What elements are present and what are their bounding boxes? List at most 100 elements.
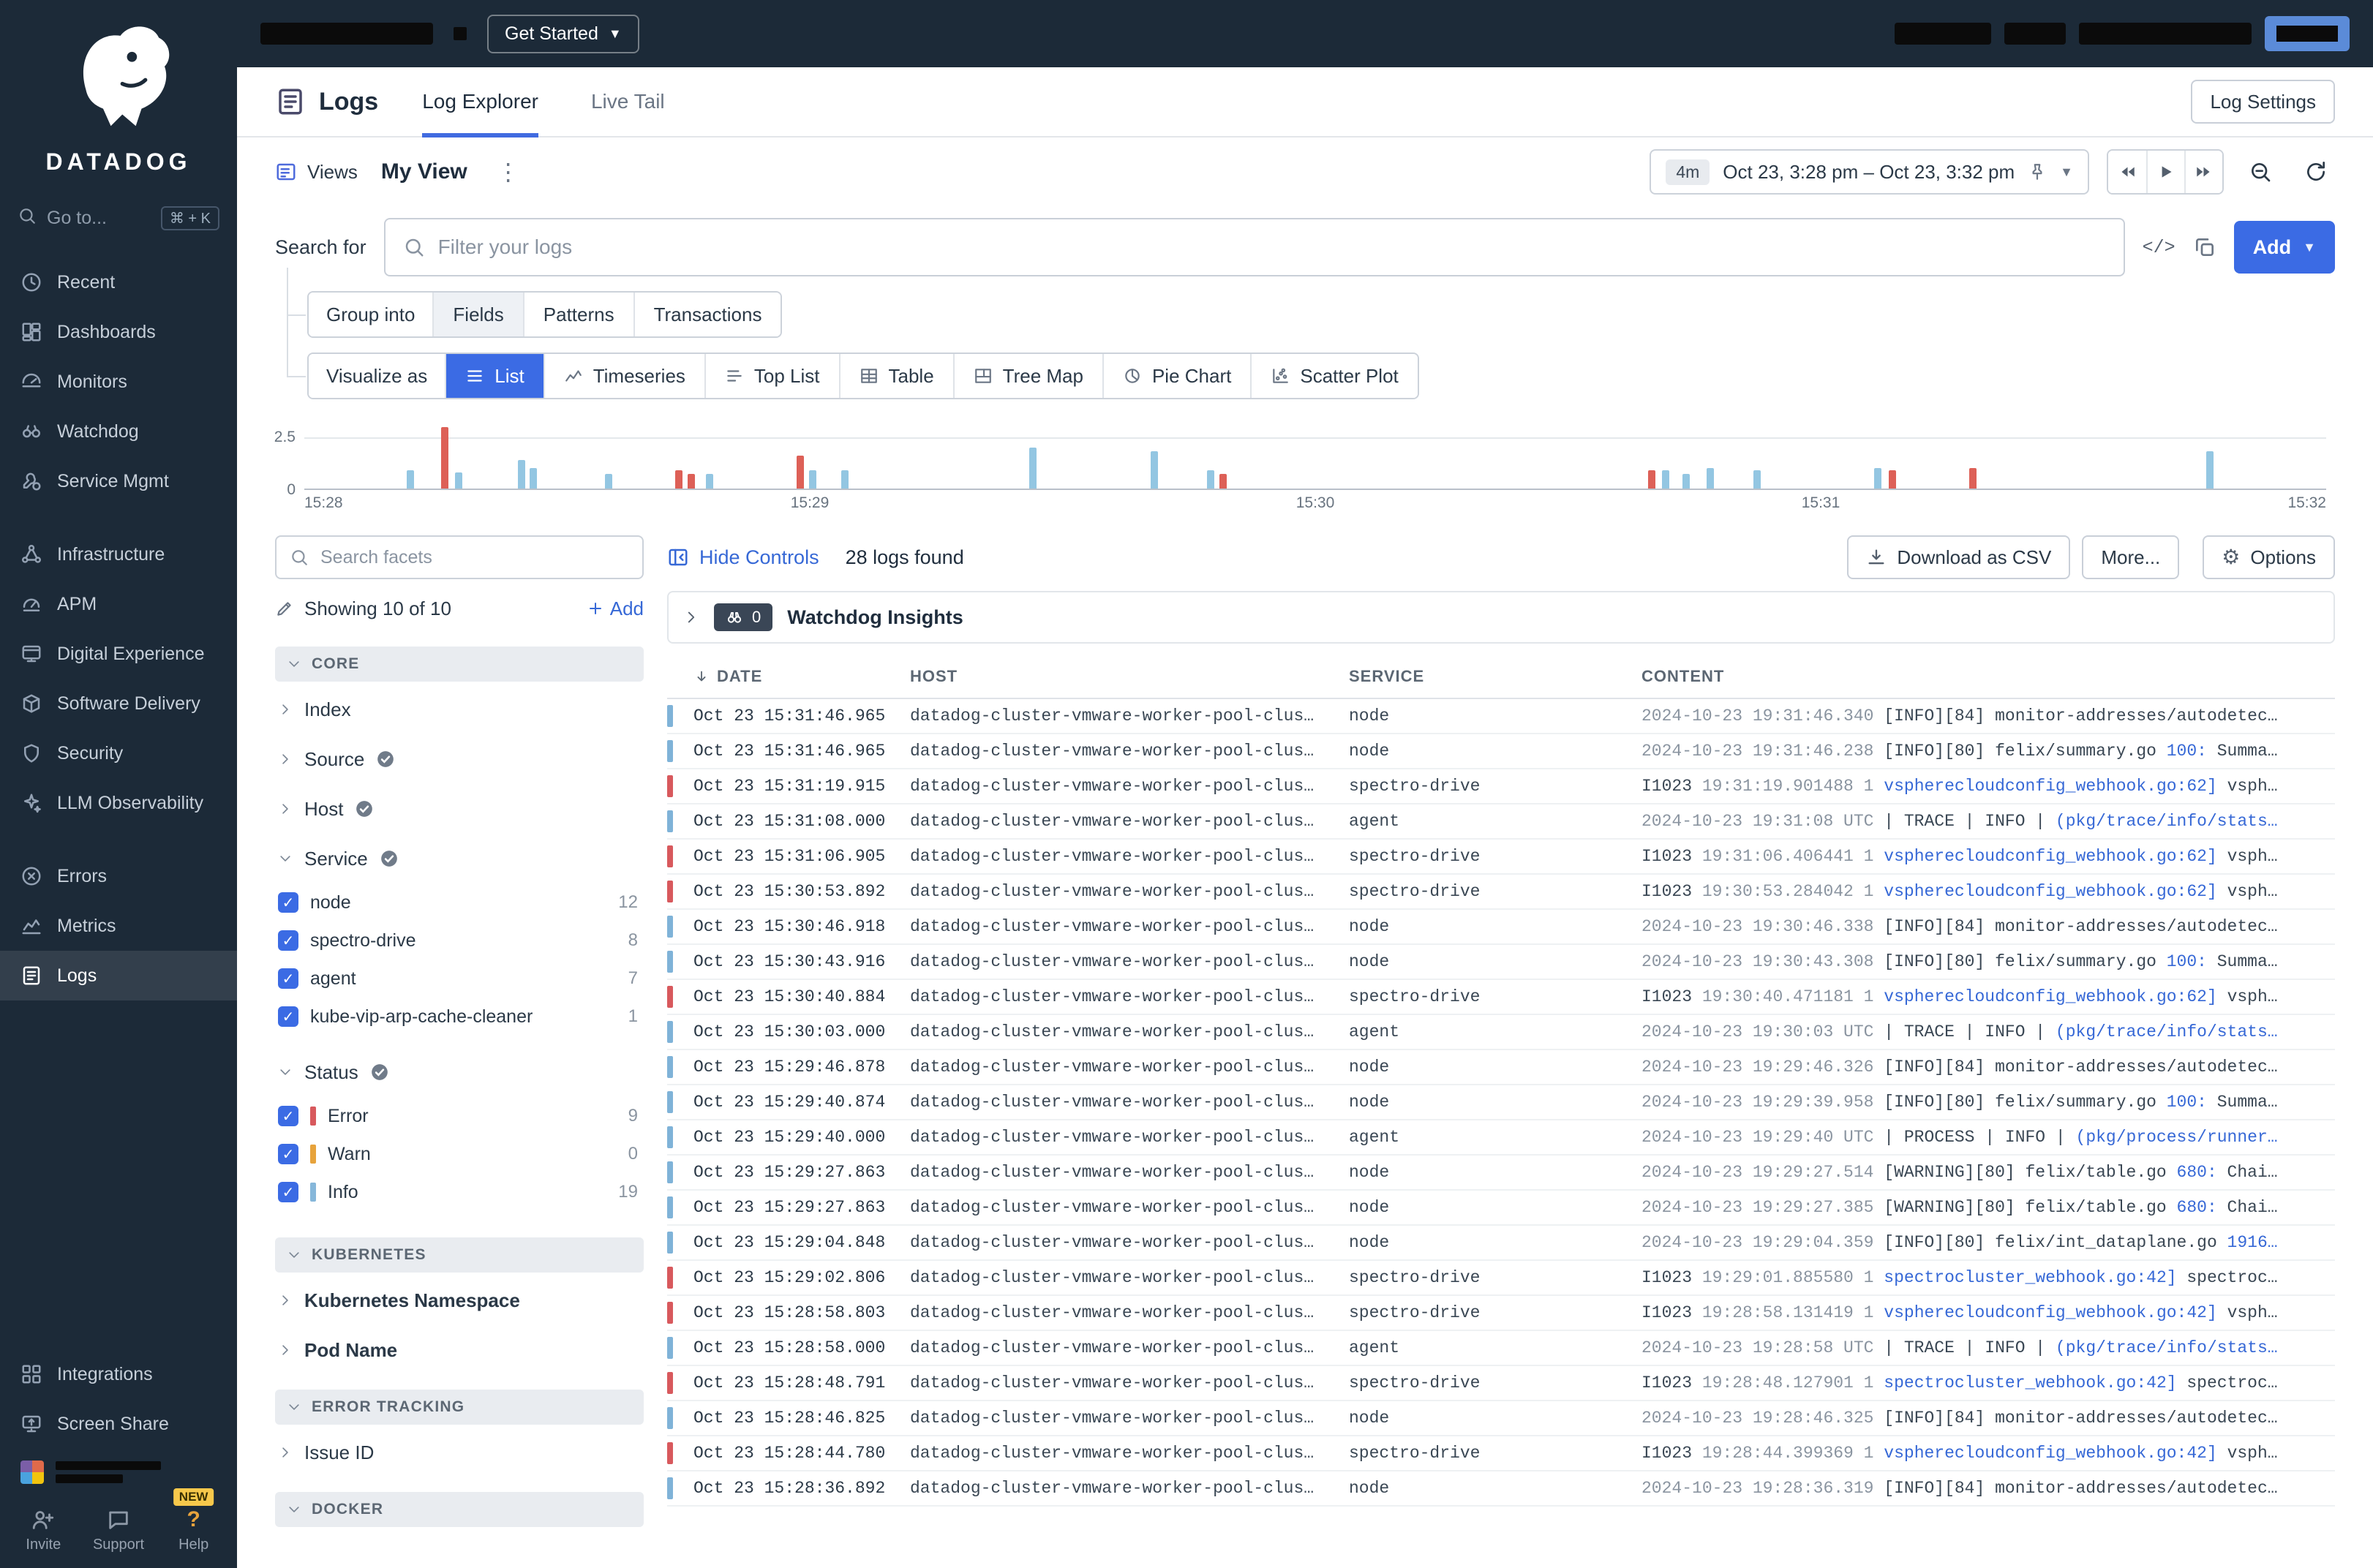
time-range-badge[interactable]: 4m xyxy=(1666,159,1710,185)
log-row[interactable]: Oct 23 15:30:53.892 datadog-cluster-vmwar… xyxy=(667,875,2335,910)
log-row[interactable]: Oct 23 15:29:02.806 datadog-cluster-vmwar… xyxy=(667,1261,2335,1296)
histogram-bar[interactable] xyxy=(1029,447,1037,489)
log-row[interactable]: Oct 23 15:30:03.000 datadog-cluster-vmwar… xyxy=(667,1015,2335,1050)
histogram-bar[interactable] xyxy=(517,459,525,489)
facet-status[interactable]: Status xyxy=(275,1047,644,1097)
facet-service[interactable]: Service xyxy=(275,834,644,883)
footer-help[interactable]: NEW? Help xyxy=(157,1488,230,1553)
rewind-button[interactable] xyxy=(2108,151,2146,193)
log-row[interactable]: Oct 23 15:31:06.905 datadog-cluster-vmwar… xyxy=(667,840,2335,875)
visualize-option-scatter-plot[interactable]: Scatter Plot xyxy=(1250,354,1418,398)
sidebar-item-service-mgmt[interactable]: Service Mgmt xyxy=(0,456,237,506)
sidebar-item-monitors[interactable]: Monitors xyxy=(0,357,237,407)
histogram-bar[interactable] xyxy=(1150,451,1158,489)
histogram-bar[interactable] xyxy=(797,456,805,489)
histogram-bar[interactable] xyxy=(808,470,816,489)
get-started-button[interactable]: Get Started ▼ xyxy=(487,14,639,53)
facet-value-agent[interactable]: ✓ agent 7 xyxy=(278,960,644,998)
log-row[interactable]: Oct 23 15:31:08.000 datadog-cluster-vmwar… xyxy=(667,804,2335,840)
histogram-bar[interactable] xyxy=(1219,474,1227,489)
query-syntax-icon[interactable]: </> xyxy=(2143,237,2175,258)
add-facet-button[interactable]: Add xyxy=(587,598,644,620)
column-header-service[interactable]: SERVICE xyxy=(1349,667,1641,686)
visualize-option-table[interactable]: Table xyxy=(838,354,953,398)
column-header-host[interactable]: HOST xyxy=(910,667,1349,686)
facet-value-info[interactable]: ✓ Info 19 xyxy=(278,1173,644,1211)
sidebar-item-software-delivery[interactable]: Software Delivery xyxy=(0,679,237,728)
sidebar-item-screen-share[interactable]: Screen Share xyxy=(0,1399,237,1449)
sidebar-item-errors[interactable]: Errors xyxy=(0,851,237,901)
histogram-bar[interactable] xyxy=(675,470,683,489)
chevron-down-icon[interactable]: ▼ xyxy=(2060,165,2073,178)
facet-group-docker[interactable]: DOCKER xyxy=(275,1492,644,1527)
refresh-button[interactable] xyxy=(2297,149,2335,195)
facet-value-warn[interactable]: ✓ Warn 0 xyxy=(278,1135,644,1173)
log-row[interactable]: Oct 23 15:31:46.965 datadog-cluster-vmwar… xyxy=(667,699,2335,734)
log-row[interactable]: Oct 23 15:28:58.000 datadog-cluster-vmwar… xyxy=(667,1331,2335,1366)
histogram-bar[interactable] xyxy=(1662,470,1670,489)
histogram-bar[interactable] xyxy=(840,470,849,489)
sidebar-item-infrastructure[interactable]: Infrastructure xyxy=(0,529,237,579)
more-button[interactable]: More... xyxy=(2082,535,2180,579)
log-row[interactable]: Oct 23 15:29:04.848 datadog-cluster-vmwar… xyxy=(667,1226,2335,1261)
log-row[interactable]: Oct 23 15:30:43.916 datadog-cluster-vmwar… xyxy=(667,945,2335,980)
sidebar-item-metrics[interactable]: Metrics xyxy=(0,901,237,951)
histogram-bar[interactable] xyxy=(2205,451,2214,489)
facet-group-kubernetes[interactable]: KUBERNETES xyxy=(275,1237,644,1273)
group-option-fields[interactable]: Fields xyxy=(432,293,523,336)
sidebar-item-logs[interactable]: Logs xyxy=(0,951,237,1000)
histogram-bar[interactable] xyxy=(406,470,414,489)
histogram-bar[interactable] xyxy=(1888,470,1896,489)
column-header-content[interactable]: CONTENT xyxy=(1641,667,2335,686)
download-csv-button[interactable]: Download as CSV xyxy=(1847,535,2071,579)
visualize-option-tree-map[interactable]: Tree Map xyxy=(952,354,1102,398)
facet-pod-name[interactable]: Pod Name xyxy=(275,1325,644,1375)
log-row[interactable]: Oct 23 15:29:40.000 datadog-cluster-vmwar… xyxy=(667,1120,2335,1156)
checkbox-checked[interactable]: ✓ xyxy=(278,1106,298,1126)
tab-log-explorer[interactable]: Log Explorer xyxy=(422,67,539,137)
facet-group-error-tracking[interactable]: ERROR TRACKING xyxy=(275,1390,644,1425)
histogram-bar[interactable] xyxy=(1647,470,1655,489)
redacted-primary-button[interactable] xyxy=(2265,16,2350,51)
log-histogram-plot[interactable] xyxy=(304,423,2326,490)
kebab-menu-icon[interactable]: ⋮ xyxy=(491,158,526,186)
log-row[interactable]: Oct 23 15:29:46.878 datadog-cluster-vmwar… xyxy=(667,1050,2335,1085)
footer-support[interactable]: Support xyxy=(82,1507,155,1553)
log-row[interactable]: Oct 23 15:28:58.803 datadog-cluster-vmwar… xyxy=(667,1296,2335,1331)
histogram-bar[interactable] xyxy=(705,474,713,489)
facet-value-node[interactable]: ✓ node 12 xyxy=(278,883,644,921)
pin-icon[interactable] xyxy=(2028,162,2047,181)
checkbox-checked[interactable]: ✓ xyxy=(278,930,298,951)
log-row[interactable]: Oct 23 15:28:46.825 datadog-cluster-vmwar… xyxy=(667,1401,2335,1436)
histogram-bar[interactable] xyxy=(440,426,448,489)
log-settings-button[interactable]: Log Settings xyxy=(2191,80,2335,124)
go-to-search[interactable]: Go to... ⌘ + K xyxy=(0,196,237,240)
log-row[interactable]: Oct 23 15:30:46.918 datadog-cluster-vmwar… xyxy=(667,910,2335,945)
checkbox-checked[interactable]: ✓ xyxy=(278,1144,298,1164)
log-row[interactable]: Oct 23 15:29:40.874 datadog-cluster-vmwar… xyxy=(667,1085,2335,1120)
group-option-transactions[interactable]: Transactions xyxy=(633,293,781,336)
copy-icon[interactable] xyxy=(2193,235,2216,259)
log-row[interactable]: Oct 23 15:29:27.863 datadog-cluster-vmwar… xyxy=(667,1156,2335,1191)
log-row[interactable]: Oct 23 15:29:27.863 datadog-cluster-vmwar… xyxy=(667,1191,2335,1226)
histogram-bar[interactable] xyxy=(455,472,463,489)
histogram-bar[interactable] xyxy=(1969,467,1977,489)
histogram-bar[interactable] xyxy=(530,467,538,489)
pencil-icon[interactable] xyxy=(275,599,294,618)
log-row[interactable]: Oct 23 15:28:36.892 datadog-cluster-vmwar… xyxy=(667,1471,2335,1507)
facet-host[interactable]: Host xyxy=(275,784,644,834)
time-range-picker[interactable]: 4m Oct 23, 3:28 pm – Oct 23, 3:32 pm ▼ xyxy=(1650,149,2089,195)
log-row[interactable]: Oct 23 15:30:40.884 datadog-cluster-vmwar… xyxy=(667,980,2335,1015)
facet-value-spectro-drive[interactable]: ✓ spectro-drive 8 xyxy=(278,921,644,960)
visualize-option-timeseries[interactable]: Timeseries xyxy=(543,354,704,398)
histogram-bar[interactable] xyxy=(604,474,612,489)
facet-search-input[interactable] xyxy=(320,546,629,568)
watchdog-insights-row[interactable]: 0 Watchdog Insights xyxy=(667,591,2335,644)
search-input[interactable] xyxy=(437,235,2106,259)
facet-source[interactable]: Source xyxy=(275,734,644,784)
log-row[interactable]: Oct 23 15:28:48.791 datadog-cluster-vmwar… xyxy=(667,1366,2335,1401)
checkbox-checked[interactable]: ✓ xyxy=(278,968,298,989)
group-option-patterns[interactable]: Patterns xyxy=(522,293,633,336)
histogram-bar[interactable] xyxy=(1874,467,1882,489)
facet-value-kube-vip-arp-cache-cleaner[interactable]: ✓ kube-vip-arp-cache-cleaner 1 xyxy=(278,998,644,1036)
